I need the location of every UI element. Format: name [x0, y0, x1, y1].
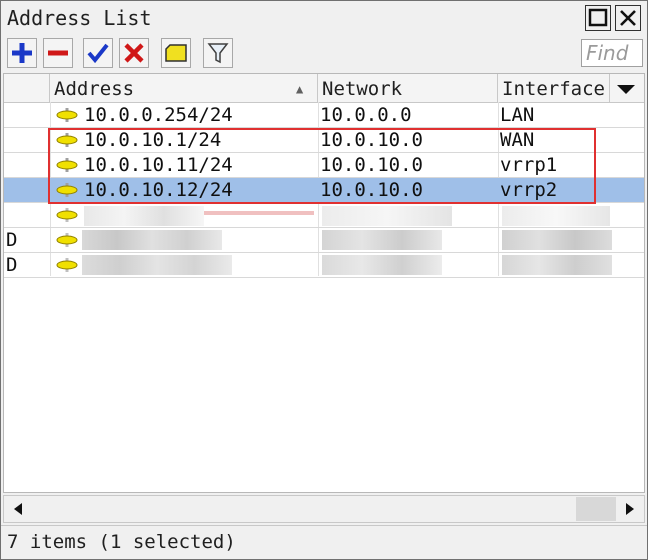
- column-header-network[interactable]: Network: [318, 74, 498, 102]
- filter-button[interactable]: [203, 38, 233, 68]
- enable-button[interactable]: [83, 38, 113, 68]
- dropdown-arrow-icon: [617, 85, 635, 94]
- address-plus-icon: [56, 108, 78, 122]
- disable-button[interactable]: [119, 38, 149, 68]
- comment-note-icon: [165, 44, 187, 62]
- redacted-network: [322, 206, 452, 226]
- window-title: Address List: [7, 6, 152, 30]
- scroll-thumb[interactable]: [576, 497, 616, 521]
- maximize-button[interactable]: [585, 5, 611, 31]
- row-flag: [6, 128, 46, 152]
- address-plus-icon: [56, 183, 78, 197]
- address-cell: 10.0.10.1/24: [84, 129, 222, 151]
- table-row[interactable]: [4, 203, 644, 228]
- maximize-icon: [588, 8, 608, 27]
- column-header-label: Address: [54, 78, 135, 100]
- address-plus-icon: [56, 233, 78, 247]
- address-table: Address ▲ Network Interface 10.0.0.254/2…: [3, 73, 645, 493]
- status-bar: 7 items (1 selected): [1, 525, 647, 560]
- row-flag: D: [6, 254, 18, 276]
- interface-cell: WAN: [500, 129, 535, 151]
- redacted-address: [82, 255, 232, 275]
- cross-icon: [124, 43, 144, 63]
- plus-icon: [12, 43, 32, 63]
- checkmark-icon: [87, 43, 109, 64]
- table-row[interactable]: 10.0.10.11/24 10.0.10.0 vrrp1: [4, 153, 644, 178]
- add-button[interactable]: [7, 38, 37, 68]
- toolbar: [1, 35, 647, 71]
- sort-ascending-icon: ▲: [296, 82, 304, 96]
- row-flag: [6, 203, 46, 227]
- close-icon: [620, 10, 636, 26]
- row-flag: [6, 103, 46, 127]
- redacted-network: [322, 255, 442, 275]
- table-row[interactable]: 10.0.0.254/24 10.0.0.0 LAN: [4, 103, 644, 128]
- table-row[interactable]: D: [4, 253, 644, 278]
- remove-button[interactable]: [43, 38, 73, 68]
- network-cell: 10.0.10.0: [320, 129, 423, 151]
- interface-cell: LAN: [500, 104, 535, 126]
- column-header-label: Network: [322, 78, 403, 100]
- table-row[interactable]: 10.0.10.1/24 10.0.10.0 WAN: [4, 128, 644, 153]
- network-cell: 10.0.10.0: [320, 179, 423, 201]
- redacted-mark: [204, 211, 314, 215]
- table-row[interactable]: D: [4, 228, 644, 253]
- network-cell: 10.0.0.0: [320, 104, 412, 126]
- redacted-address: [82, 230, 222, 250]
- redacted-interface: [502, 230, 612, 250]
- column-header-label: Interface: [502, 78, 605, 100]
- status-text: 7 items (1 selected): [7, 531, 236, 553]
- address-plus-icon: [56, 258, 78, 272]
- arrow-right-icon: [626, 503, 634, 515]
- row-flag: D: [6, 229, 18, 251]
- address-cell: 10.0.0.254/24: [84, 104, 233, 126]
- column-header-interface[interactable]: Interface: [498, 74, 610, 102]
- scroll-left-button[interactable]: [6, 496, 32, 522]
- find-input[interactable]: Find: [581, 39, 643, 67]
- row-flag: [6, 153, 46, 177]
- scroll-right-button[interactable]: [616, 496, 642, 522]
- table-row-selected[interactable]: 10.0.10.12/24 10.0.10.0 vrrp2: [4, 178, 644, 203]
- redacted-address: [84, 206, 204, 226]
- address-cell: 10.0.10.12/24: [84, 179, 233, 201]
- redacted-interface: [502, 206, 610, 226]
- horizontal-scrollbar[interactable]: [3, 495, 645, 523]
- address-plus-icon: [56, 133, 78, 147]
- network-cell: 10.0.10.0: [320, 154, 423, 176]
- title-bar: Address List: [1, 1, 647, 33]
- column-header-address[interactable]: Address ▲: [50, 74, 318, 102]
- interface-cell: vrrp1: [500, 154, 558, 176]
- minus-icon: [48, 50, 68, 56]
- redacted-interface: [502, 255, 612, 275]
- comment-button[interactable]: [161, 38, 191, 68]
- arrow-left-icon: [14, 503, 22, 515]
- table-header: Address ▲ Network Interface: [4, 74, 644, 103]
- flag-column-header[interactable]: [4, 74, 50, 102]
- interface-cell: vrrp2: [500, 179, 558, 201]
- address-list-window: Address List Find Address ▲ Network Inte…: [0, 0, 648, 560]
- row-flag: [6, 178, 46, 202]
- column-menu-button[interactable]: [610, 74, 644, 102]
- filter-funnel-icon: [207, 43, 229, 64]
- close-window-button[interactable]: [615, 5, 641, 31]
- address-cell: 10.0.10.11/24: [84, 154, 233, 176]
- address-plus-icon: [56, 208, 78, 222]
- address-plus-icon: [56, 158, 78, 172]
- redacted-network: [322, 230, 442, 250]
